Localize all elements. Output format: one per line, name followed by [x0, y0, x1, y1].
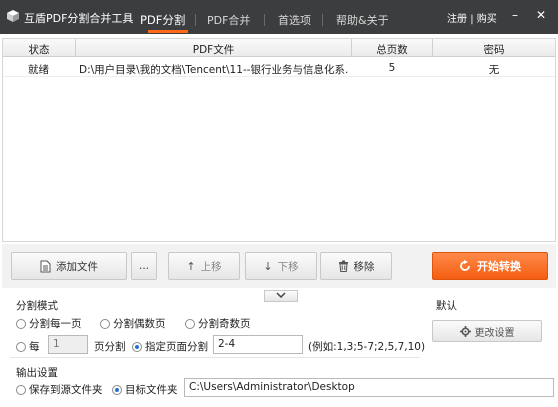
radio-circle-selected: [132, 341, 142, 352]
default-settings-panel: 默认 更改设置: [428, 290, 556, 360]
move-down-button[interactable]: ↓ 下移: [245, 252, 317, 280]
column-header-password[interactable]: 密码: [433, 42, 555, 57]
cube-logo-icon: [7, 10, 19, 22]
save-to-source-folder-label: 保存到源文件夹: [29, 384, 103, 396]
split-specified-pages-label: 指定页面分割: [145, 341, 208, 353]
column-header-status[interactable]: 状态: [3, 42, 75, 57]
default-title: 默认: [436, 300, 457, 312]
column-header-total-pages[interactable]: 总页数: [352, 42, 432, 57]
change-settings-button[interactable]: 更改设置: [432, 320, 542, 342]
tab-separator: [264, 14, 265, 26]
title-bar: 互盾PDF分割合并工具 PDF分割 PDF合并 首选项 帮助&关于 注册 | 购…: [0, 0, 558, 34]
split-per-page-radio[interactable]: 分割每一页: [16, 316, 82, 331]
arrow-up-icon: ↑: [186, 259, 196, 273]
app-title: 互盾PDF分割合并工具: [24, 12, 134, 25]
row-total-pages: 5: [388, 62, 396, 74]
target-folder-radio[interactable]: 目标文件夹: [112, 382, 178, 397]
move-up-label: 上移: [200, 260, 222, 273]
tab-pdf-split[interactable]: PDF分割: [140, 12, 185, 28]
buy-link[interactable]: 购买: [477, 14, 497, 25]
settings-panel: 分割模式 分割每一页 分割偶数页 分割奇数页 每 1 页分割 指定页面分割 2-…: [2, 290, 556, 407]
close-button[interactable]: ✕: [534, 8, 548, 22]
collapse-settings-button[interactable]: [264, 290, 298, 302]
output-settings-title: 输出设置: [16, 367, 58, 379]
tab-separator: [195, 14, 196, 26]
table-row[interactable]: 就绪 D:\用户目录\我的文档\Tencent\11--银行业务与信息化系...…: [3, 58, 555, 77]
trash-icon: [338, 260, 348, 272]
radio-circle-selected: [112, 384, 122, 395]
radio-circle: [16, 384, 26, 395]
add-file-button[interactable]: 添加文件: [11, 252, 127, 280]
tab-pdf-merge[interactable]: PDF合并: [207, 12, 250, 28]
remove-label: 移除: [353, 260, 375, 273]
split-every-suffix-label: 页分割: [94, 341, 126, 353]
document-icon: [40, 260, 51, 272]
action-toolbar: 添加文件 ... ↑ 上移 ↓ 下移 移除 开始转换: [2, 244, 556, 288]
more-button[interactable]: ...: [131, 252, 157, 280]
move-down-label: 下移: [277, 260, 299, 273]
user-links-separator: |: [470, 14, 474, 25]
row-password: 无: [488, 64, 500, 76]
split-per-page-label: 分割每一页: [29, 318, 82, 330]
tab-help-about[interactable]: 帮助&关于: [336, 12, 389, 28]
add-file-label: 添加文件: [56, 260, 98, 273]
register-link[interactable]: 注册: [447, 14, 467, 25]
page-range-input[interactable]: 2-4: [213, 335, 303, 354]
row-file-path: D:\用户目录\我的文档\Tencent\11--银行业务与信息化系...: [79, 64, 349, 76]
gear-icon: [459, 325, 471, 337]
split-every-prefix-label: 每: [29, 341, 40, 353]
target-folder-label: 目标文件夹: [125, 384, 178, 396]
change-settings-label: 更改设置: [474, 327, 515, 339]
table-header: 状态 PDF文件 总页数 密码: [3, 39, 555, 57]
move-up-button[interactable]: ↑ 上移: [168, 252, 240, 280]
minimize-button[interactable]: –: [508, 8, 522, 22]
radio-circle: [100, 318, 110, 329]
split-odd-pages-label: 分割奇数页: [198, 318, 251, 330]
radio-circle: [16, 341, 26, 352]
tab-preferences[interactable]: 首选项: [278, 12, 311, 28]
start-conversion-button[interactable]: 开始转换: [432, 252, 548, 280]
file-table: 状态 PDF文件 总页数 密码 就绪 D:\用户目录\我的文档\Tencent\…: [2, 38, 556, 242]
active-tab-indicator: [148, 30, 188, 33]
chevron-down-icon: [276, 292, 286, 299]
start-conversion-label: 开始转换: [477, 260, 521, 273]
save-to-source-folder-radio[interactable]: 保存到源文件夹: [16, 382, 103, 397]
page-range-example: (例如:1,3;5-7;2,5,7,10): [308, 341, 426, 353]
split-even-pages-label: 分割偶数页: [113, 318, 166, 330]
arrow-down-icon: ↓: [263, 259, 273, 273]
split-every-n-radio[interactable]: 每: [16, 339, 40, 354]
refresh-icon: [460, 260, 470, 271]
column-header-pdf-file[interactable]: PDF文件: [76, 42, 351, 57]
pages-per-split-input[interactable]: 1: [48, 335, 88, 354]
split-mode-title: 分割模式: [16, 300, 58, 312]
section-divider: [10, 357, 420, 358]
row-status: 就绪: [28, 64, 49, 76]
split-even-pages-radio[interactable]: 分割偶数页: [100, 316, 166, 331]
output-path-input[interactable]: C:\Users\Administrator\Desktop: [184, 378, 554, 397]
tab-separator: [322, 14, 323, 26]
split-odd-pages-radio[interactable]: 分割奇数页: [185, 316, 251, 331]
user-links: 注册 | 购买: [447, 10, 497, 25]
radio-circle: [16, 318, 26, 329]
radio-circle: [185, 318, 195, 329]
remove-button[interactable]: 移除: [320, 252, 392, 280]
split-specified-pages-radio[interactable]: 指定页面分割: [132, 339, 208, 354]
